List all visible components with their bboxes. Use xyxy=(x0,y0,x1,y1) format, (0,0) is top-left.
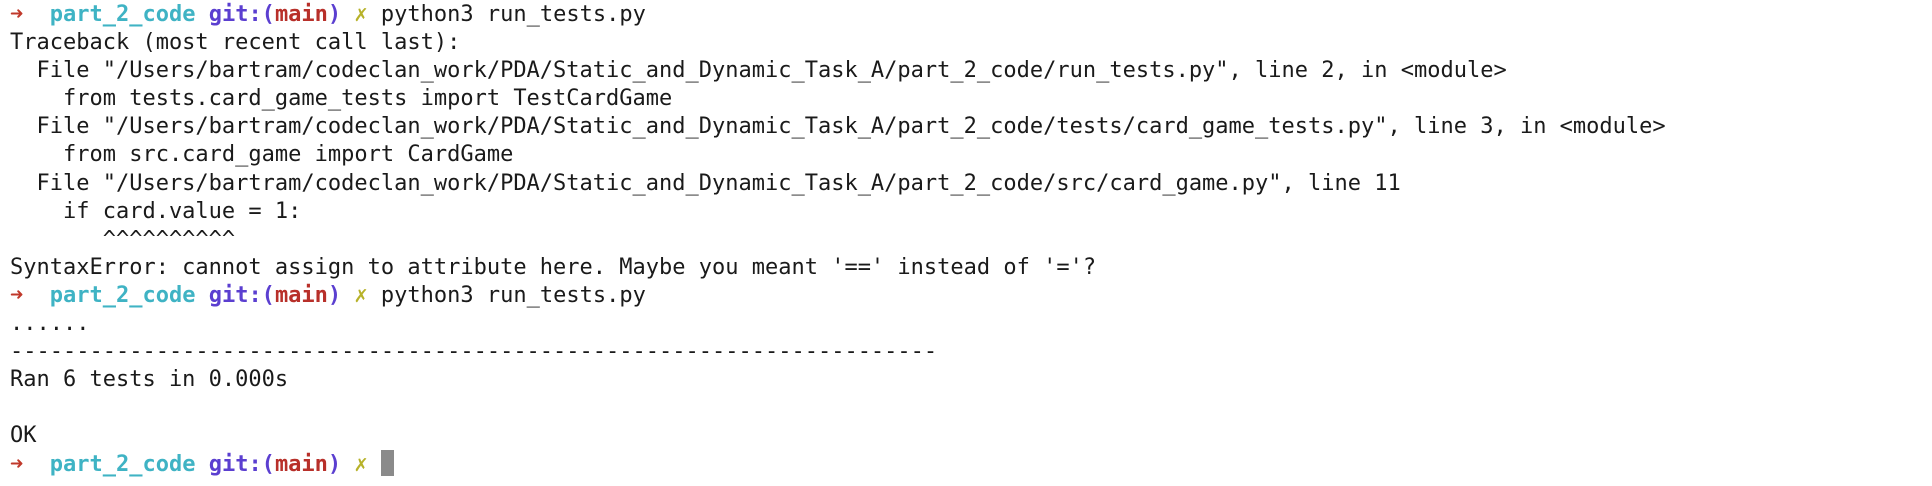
prompt-directory: part_2_code xyxy=(49,451,196,477)
prompt-directory: part_2_code xyxy=(49,282,196,308)
command-text: python3 run_tests.py xyxy=(380,2,646,27)
prompt-line-3: ➜ part_2_code git:(main) ✗ xyxy=(10,450,1932,479)
prompt-dirty-icon: ✗ xyxy=(354,282,368,308)
prompt-git-label: git:( xyxy=(208,451,275,477)
test-result-ok: OK xyxy=(10,423,37,449)
error-caret-marker: ^^^^^^^^^^ xyxy=(10,226,236,252)
traceback-code-line: from tests.card_game_tests import TestCa… xyxy=(10,86,673,112)
prompt-line-2: ➜ part_2_code git:(main) ✗ python3 run_t… xyxy=(10,282,1932,310)
prompt-directory: part_2_code xyxy=(49,2,196,27)
prompt-git-branch: main xyxy=(274,282,328,308)
traceback-file-line: File "/Users/bartram/codeclan_work/PDA/S… xyxy=(10,114,1666,140)
prompt-dirty-icon: ✗ xyxy=(354,2,368,27)
test-separator: ----------------------------------------… xyxy=(10,339,938,365)
prompt-git-close: ) xyxy=(327,2,342,27)
prompt-git-close: ) xyxy=(327,282,342,308)
test-progress-dots: ...... xyxy=(10,311,90,337)
prompt-arrow-icon: ➜ xyxy=(10,282,24,308)
command-text: python3 run_tests.py xyxy=(380,282,646,308)
traceback-header: Traceback (most recent call last): xyxy=(10,30,461,56)
syntax-error-message: SyntaxError: cannot assign to attribute … xyxy=(10,254,1097,280)
test-summary: Ran 6 tests in 0.000s xyxy=(10,367,289,393)
prompt-git-branch: main xyxy=(274,451,328,477)
prompt-arrow-icon: ➜ xyxy=(10,451,24,477)
traceback-code-line: from src.card_game import CardGame xyxy=(10,142,514,168)
prompt-arrow-icon: ➜ xyxy=(10,2,24,27)
prompt-dirty-icon: ✗ xyxy=(354,451,368,477)
prompt-git-branch: main xyxy=(274,2,328,27)
traceback-file-line: File "/Users/bartram/codeclan_work/PDA/S… xyxy=(10,58,1507,84)
prompt-line-1: ➜ part_2_code git:(main) ✗ python3 run_t… xyxy=(10,1,1932,29)
terminal-cursor[interactable] xyxy=(380,450,394,476)
prompt-git-label: git:( xyxy=(208,282,275,308)
terminal-window[interactable]: ➜ part_2_code git:(main) ✗ python3 run_t… xyxy=(0,0,1932,486)
prompt-git-close: ) xyxy=(327,451,342,477)
prompt-git-label: git:( xyxy=(208,2,275,27)
traceback-file-line: File "/Users/bartram/codeclan_work/PDA/S… xyxy=(10,170,1401,196)
traceback-code-line: if card.value = 1: xyxy=(10,198,302,224)
